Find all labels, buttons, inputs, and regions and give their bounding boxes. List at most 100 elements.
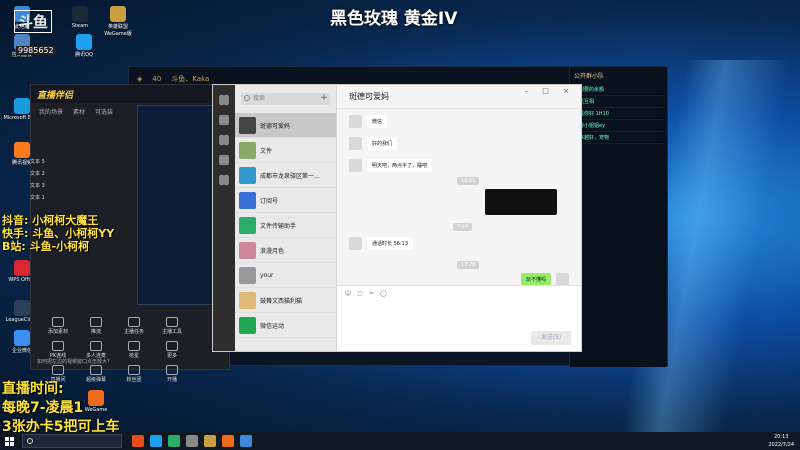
helper-tool[interactable]: 开播 [153,365,191,383]
chat-text: 微信运动 [260,321,284,330]
app-icon [14,330,30,346]
window-controls[interactable]: – □ × [525,87,575,95]
taskbar-app-icon[interactable] [186,435,198,447]
chat-name: 浪漫月色 [260,247,285,255]
desktop-icon-label: Steam [71,23,89,29]
contacts-icon[interactable] [219,115,229,125]
avatar [239,241,256,259]
helper-tool[interactable]: 推流 [77,317,115,335]
helper-tab[interactable]: 素材 [73,107,85,116]
helper-tool[interactable]: 添加素材 [39,317,77,335]
wechat-sidebar[interactable] [213,85,235,351]
wechat-chat-list[interactable]: 搜索 + 斑德可爱妈 文件成都市龙泉驿区第一... 订阅号 文件传输助手浪漫月色 you… [235,85,337,351]
friend-item[interactable]: 辅导小姐姐ey [574,120,663,132]
chat-list-item[interactable]: 文件 [235,138,336,163]
message-bubble[interactable]: 微信 [367,115,388,128]
game-topbar-item[interactable]: 40 [152,75,161,83]
message-bubble[interactable]: 通话时长 56:13 [367,237,413,250]
screenshot-icon[interactable]: ✂ [369,290,374,297]
image-message[interactable] [485,189,557,215]
taskbar-app-icon[interactable] [168,435,180,447]
chat-list-item[interactable]: 斑德可爱妈 [235,113,336,138]
game-topbar-item[interactable]: ◈ [137,75,142,83]
helper-tool[interactable]: 更多 [153,341,191,359]
search-input[interactable]: 搜索 [241,93,330,105]
taskbar-app-icon[interactable] [240,435,252,447]
friend-item[interactable]: 越来越好，宠物 [574,132,663,144]
stream-title: 黑色玫瑰 黄金IV [330,9,458,29]
helper-tab[interactable]: 可选装 [95,107,113,116]
chat-list-item[interactable]: 微信运动 [235,313,336,338]
scene-item[interactable]: 文本 2 [30,168,45,180]
avatar [239,191,256,209]
chat-list-item[interactable]: 浪漫月色 [235,238,336,263]
desktop-icon[interactable]: 英雄联盟WeGame版 [98,6,138,37]
app-icon [14,300,30,316]
message-bubble[interactable]: 好的我们 [367,137,398,150]
chat-list-item[interactable]: 成都市龙泉驿区第一... [235,163,336,188]
tool-icon [128,317,140,327]
helper-tool[interactable]: PK连线 [39,341,77,359]
chat-name: 成都市龙泉驿区第一... [260,172,320,180]
friend-item[interactable]: 好想要的余额 [574,84,663,96]
input-toolbar[interactable]: ☺ ▢ ✂ ◯ [337,286,581,301]
add-chat-button[interactable]: + [318,93,330,105]
taskbar-apps[interactable] [132,435,252,447]
send-button[interactable]: 发送(S) [531,331,571,345]
friend-item[interactable]: 意见互相 [574,96,663,108]
taskbar-app-icon[interactable] [222,435,234,447]
folder-icon[interactable]: ▢ [357,290,363,297]
emoji-icon[interactable]: ☺ [345,290,351,297]
desktop-icon[interactable]: 腾讯QQ [64,34,104,58]
message-timestamp: 18:01 [457,177,480,185]
wechat-window[interactable]: 搜索 + 斑德可爱妈 文件成都市龙泉驿区第一... 订阅号 文件传输助手浪漫月色 you… [212,84,582,352]
chat-list-item[interactable]: 文件传输助手 [235,213,336,238]
avatar [239,216,256,234]
wechat-chat-pane[interactable]: 斑德可爱妈 – □ × 微信 好的我们 明天吧，两点半了，睡吧 通话时长 56:13 玩… [337,85,581,351]
taskbar: 20:13 2022/7/24 [0,432,800,450]
game-topbar-item[interactable]: 斗鱼、Kaka [171,74,209,84]
search-icon [27,438,33,444]
chat-list-item[interactable]: 订阅号 [235,188,336,213]
chat-history-icon[interactable]: ◯ [380,290,387,297]
files-icon[interactable] [219,155,229,165]
chat-text: your [260,272,274,279]
scene-item[interactable]: 文本 3 [30,180,45,192]
start-button[interactable] [0,432,18,450]
game-right-panel[interactable]: 公开群小队 好想要的余额 意见互相 已是你好 1H10 辅导小姐姐ey 越来越好，宠物 [569,67,667,367]
chat-list-item[interactable]: 鼓舞文西猫利猫 [235,288,336,313]
clock-time: 20:13 [773,434,789,440]
chat-list-item[interactable]: your [235,263,336,288]
scene-item[interactable]: 文本 1 [30,192,45,204]
taskbar-app-icon[interactable] [132,435,144,447]
message-avatar [349,237,362,250]
favorites-icon[interactable] [219,135,229,145]
message-timestamp: 7:24 [453,223,473,231]
helper-tool[interactable]: 主播任务 [115,317,153,335]
message-bubble[interactable]: 明天吧，两点半了，睡吧 [367,159,433,172]
chat-icon[interactable] [219,95,229,105]
helper-tab[interactable]: 我的场景 [39,107,63,116]
avatar [239,291,256,309]
tool-label: 主播工具 [161,329,182,335]
desktop-icon[interactable]: Steam [60,6,100,29]
search-icon [244,95,250,101]
system-clock[interactable]: 20:13 2022/7/24 [768,433,794,449]
helper-tool[interactable]: 超级弹幕 [77,365,115,383]
message-input[interactable]: ☺ ▢ ✂ ◯ 发送(S) [337,285,581,351]
helper-tool-grid[interactable]: 添加素材 推流 主播任务 主播工具 PK连线 多人连麦 抢星 更多 直播间 超级弹幕 粉丝团 开播 [39,317,191,383]
helper-tool[interactable]: 多人连麦 [77,341,115,359]
scene-list[interactable]: 文本 5 文本 2 文本 3 文本 1 [30,156,45,204]
helper-tool[interactable]: 抢星 [115,341,153,359]
taskbar-app-icon[interactable] [150,435,162,447]
helper-tool[interactable]: 粉丝团 [115,365,153,383]
stream-logo-badge: 斗鱼 [14,10,53,33]
scene-item[interactable]: 文本 5 [30,156,45,168]
message-avatar [349,159,362,172]
helper-tool[interactable]: 主播工具 [153,317,191,335]
taskbar-search[interactable] [22,434,122,448]
friend-item[interactable]: 已是你好 1H10 [574,108,663,120]
taskbar-app-icon[interactable] [204,435,216,447]
moments-icon[interactable] [219,175,229,185]
chat-name: 鼓舞文西猫利猫 [260,297,303,305]
